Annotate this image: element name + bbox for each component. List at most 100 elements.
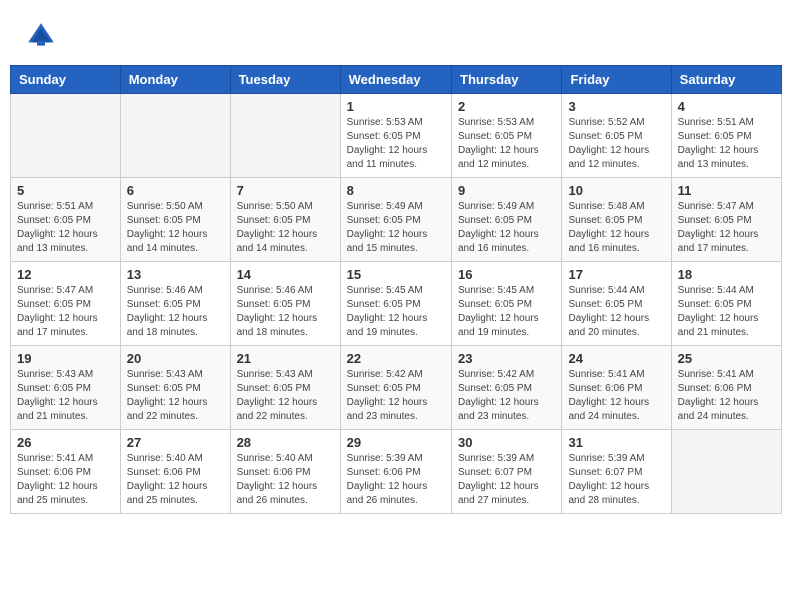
day-number: 9 xyxy=(458,183,555,198)
day-number: 8 xyxy=(347,183,445,198)
day-number: 17 xyxy=(568,267,664,282)
day-number: 19 xyxy=(17,351,114,366)
weekday-header-tuesday: Tuesday xyxy=(230,66,340,94)
calendar-week-row: 26 Sunrise: 5:41 AMSunset: 6:06 PMDayligh… xyxy=(11,430,782,514)
calendar-cell: 23 Sunrise: 5:42 AMSunset: 6:05 PMDayligh… xyxy=(452,346,562,430)
calendar-cell: 7 Sunrise: 5:50 AMSunset: 6:05 PMDaylight… xyxy=(230,178,340,262)
day-number: 7 xyxy=(237,183,334,198)
calendar-cell: 9Sunrise: 5:49 AMSunset: 6:05 PMDaylight… xyxy=(452,178,562,262)
day-info: Sunrise: 5:45 AMSunset: 6:05 PMDaylight:… xyxy=(347,284,445,340)
day-number: 6 xyxy=(127,183,224,198)
day-info: Sunrise: 5:51 AMSunset: 6:05 PMDaylight:… xyxy=(678,116,775,172)
calendar-cell: 8 Sunrise: 5:49 AMSunset: 6:05 PMDaylight… xyxy=(340,178,451,262)
day-number: 10 xyxy=(568,183,664,198)
day-number: 28 xyxy=(237,435,334,450)
calendar-cell: 21 Sunrise: 5:43 AMSunset: 6:05 PMDayligh… xyxy=(230,346,340,430)
day-number: 13 xyxy=(127,267,224,282)
calendar-cell: 30 Sunrise: 5:39 AMSunset: 6:07 PMDayligh… xyxy=(452,430,562,514)
calendar-cell: 20 Sunrise: 5:43 AMSunset: 6:05 PMDayligh… xyxy=(120,346,230,430)
calendar-cell: 11Sunrise: 5:47 AMSunset: 6:05 PMDayligh… xyxy=(671,178,781,262)
calendar-cell: 1 Sunrise: 5:53 AMSunset: 6:05 PMDaylight… xyxy=(340,94,451,178)
day-info: Sunrise: 5:52 AMSunset: 6:05 PMDaylight:… xyxy=(568,116,664,172)
day-info: Sunrise: 5:49 AMSunset: 6:05 PMDaylight:… xyxy=(347,200,445,256)
day-number: 23 xyxy=(458,351,555,366)
day-number: 20 xyxy=(127,351,224,366)
calendar-cell: 17 Sunrise: 5:44 AMSunset: 6:05 PMDayligh… xyxy=(562,262,671,346)
day-info: Sunrise: 5:45 AMSunset: 6:05 PMDaylight:… xyxy=(458,284,555,340)
calendar-cell xyxy=(11,94,121,178)
day-info: Sunrise: 5:53 AMSunset: 6:05 PMDaylight:… xyxy=(458,116,555,172)
calendar-cell xyxy=(671,430,781,514)
day-number: 5 xyxy=(17,183,114,198)
day-number: 22 xyxy=(347,351,445,366)
weekday-header-friday: Friday xyxy=(562,66,671,94)
day-info: Sunrise: 5:47 AMSunset: 6:05 PMDaylight:… xyxy=(17,284,114,340)
day-number: 29 xyxy=(347,435,445,450)
day-info: Sunrise: 5:40 AMSunset: 6:06 PMDaylight:… xyxy=(237,452,334,508)
day-info: Sunrise: 5:43 AMSunset: 6:05 PMDaylight:… xyxy=(237,368,334,424)
calendar-week-row: 12Sunrise: 5:47 AMSunset: 6:05 PMDayligh… xyxy=(11,262,782,346)
day-number: 16 xyxy=(458,267,555,282)
day-info: Sunrise: 5:46 AMSunset: 6:05 PMDaylight:… xyxy=(237,284,334,340)
calendar-week-row: 5 Sunrise: 5:51 AMSunset: 6:05 PMDaylight… xyxy=(11,178,782,262)
day-info: Sunrise: 5:53 AMSunset: 6:05 PMDaylight:… xyxy=(347,116,445,172)
calendar-cell: 13 Sunrise: 5:46 AMSunset: 6:05 PMDayligh… xyxy=(120,262,230,346)
day-number: 31 xyxy=(568,435,664,450)
calendar-cell xyxy=(120,94,230,178)
day-info: Sunrise: 5:46 AMSunset: 6:05 PMDaylight:… xyxy=(127,284,224,340)
day-info: Sunrise: 5:41 AMSunset: 6:06 PMDaylight:… xyxy=(568,368,664,424)
calendar-cell: 5 Sunrise: 5:51 AMSunset: 6:05 PMDaylight… xyxy=(11,178,121,262)
day-info: Sunrise: 5:48 AMSunset: 6:05 PMDaylight:… xyxy=(568,200,664,256)
calendar-cell: 6 Sunrise: 5:50 AMSunset: 6:05 PMDaylight… xyxy=(120,178,230,262)
day-info: Sunrise: 5:44 AMSunset: 6:05 PMDaylight:… xyxy=(678,284,775,340)
weekday-header-monday: Monday xyxy=(120,66,230,94)
weekday-header-saturday: Saturday xyxy=(671,66,781,94)
calendar-cell: 29 Sunrise: 5:39 AMSunset: 6:06 PMDayligh… xyxy=(340,430,451,514)
day-number: 30 xyxy=(458,435,555,450)
day-info: Sunrise: 5:50 AMSunset: 6:05 PMDaylight:… xyxy=(127,200,224,256)
day-number: 21 xyxy=(237,351,334,366)
day-number: 4 xyxy=(678,99,775,114)
calendar-week-row: 19 Sunrise: 5:43 AMSunset: 6:05 PMDayligh… xyxy=(11,346,782,430)
calendar-cell: 22Sunrise: 5:42 AMSunset: 6:05 PMDayligh… xyxy=(340,346,451,430)
day-info: Sunrise: 5:39 AMSunset: 6:07 PMDaylight:… xyxy=(458,452,555,508)
day-info: Sunrise: 5:41 AMSunset: 6:06 PMDaylight:… xyxy=(678,368,775,424)
calendar-cell: 31Sunrise: 5:39 AMSunset: 6:07 PMDayligh… xyxy=(562,430,671,514)
day-info: Sunrise: 5:51 AMSunset: 6:05 PMDaylight:… xyxy=(17,200,114,256)
page-header xyxy=(10,10,782,57)
day-number: 27 xyxy=(127,435,224,450)
day-info: Sunrise: 5:47 AMSunset: 6:05 PMDaylight:… xyxy=(678,200,775,256)
calendar-cell: 10 Sunrise: 5:48 AMSunset: 6:05 PMDayligh… xyxy=(562,178,671,262)
calendar-cell: 28 Sunrise: 5:40 AMSunset: 6:06 PMDayligh… xyxy=(230,430,340,514)
calendar-cell: 2 Sunrise: 5:53 AMSunset: 6:05 PMDaylight… xyxy=(452,94,562,178)
calendar-cell: 25Sunrise: 5:41 AMSunset: 6:06 PMDayligh… xyxy=(671,346,781,430)
day-number: 15 xyxy=(347,267,445,282)
day-number: 2 xyxy=(458,99,555,114)
calendar-week-row: 1 Sunrise: 5:53 AMSunset: 6:05 PMDaylight… xyxy=(11,94,782,178)
calendar-cell: 3Sunrise: 5:52 AMSunset: 6:05 PMDaylight… xyxy=(562,94,671,178)
day-info: Sunrise: 5:43 AMSunset: 6:05 PMDaylight:… xyxy=(17,368,114,424)
calendar-table: SundayMondayTuesdayWednesdayThursdayFrid… xyxy=(10,65,782,514)
calendar-cell: 19 Sunrise: 5:43 AMSunset: 6:05 PMDayligh… xyxy=(11,346,121,430)
day-info: Sunrise: 5:50 AMSunset: 6:05 PMDaylight:… xyxy=(237,200,334,256)
calendar-cell: 26 Sunrise: 5:41 AMSunset: 6:06 PMDayligh… xyxy=(11,430,121,514)
calendar-cell: 15 Sunrise: 5:45 AMSunset: 6:05 PMDayligh… xyxy=(340,262,451,346)
calendar-cell: 27Sunrise: 5:40 AMSunset: 6:06 PMDayligh… xyxy=(120,430,230,514)
calendar-cell: 14 Sunrise: 5:46 AMSunset: 6:05 PMDayligh… xyxy=(230,262,340,346)
day-number: 14 xyxy=(237,267,334,282)
day-number: 1 xyxy=(347,99,445,114)
day-info: Sunrise: 5:43 AMSunset: 6:05 PMDaylight:… xyxy=(127,368,224,424)
logo-icon xyxy=(25,20,57,52)
day-info: Sunrise: 5:41 AMSunset: 6:06 PMDaylight:… xyxy=(17,452,114,508)
calendar-cell: 24 Sunrise: 5:41 AMSunset: 6:06 PMDayligh… xyxy=(562,346,671,430)
day-info: Sunrise: 5:42 AMSunset: 6:05 PMDaylight:… xyxy=(458,368,555,424)
weekday-header-row: SundayMondayTuesdayWednesdayThursdayFrid… xyxy=(11,66,782,94)
day-number: 26 xyxy=(17,435,114,450)
calendar-cell xyxy=(230,94,340,178)
weekday-header-thursday: Thursday xyxy=(452,66,562,94)
day-number: 24 xyxy=(568,351,664,366)
day-info: Sunrise: 5:44 AMSunset: 6:05 PMDaylight:… xyxy=(568,284,664,340)
logo xyxy=(25,20,61,52)
day-info: Sunrise: 5:39 AMSunset: 6:06 PMDaylight:… xyxy=(347,452,445,508)
calendar-cell: 18Sunrise: 5:44 AMSunset: 6:05 PMDayligh… xyxy=(671,262,781,346)
